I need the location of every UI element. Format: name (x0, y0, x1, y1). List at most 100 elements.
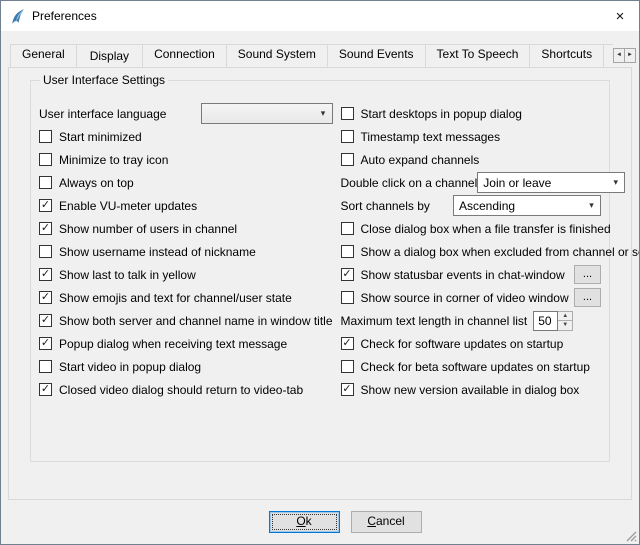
tab-bar: GeneralDisplayConnectionSound SystemSoun… (1, 31, 639, 67)
checkbox-show-source-in-corner-of-video-window[interactable] (341, 291, 354, 304)
checkbox-show-last-to-talk-in-yellow[interactable]: ✓ (39, 268, 52, 281)
cancel-button[interactable]: Cancel (351, 511, 422, 533)
tab-scrollers: ◄ ► (614, 48, 636, 63)
checkbox-label: Enable VU-meter updates (59, 199, 197, 213)
tab-shortcuts[interactable]: Shortcuts (529, 44, 604, 67)
combo-label: Sort channels by (341, 199, 430, 213)
checkbox-label: Show both server and channel name in win… (59, 314, 333, 328)
checkbox-show-number-of-users-in-channel[interactable]: ✓ (39, 222, 52, 235)
option-row: Start video in popup dialog (39, 355, 333, 378)
checkbox-label: Popup dialog when receiving text message (59, 337, 287, 351)
option-row: ✓Show statusbar events in chat-window... (341, 263, 602, 286)
option-row: ✓ Show number of users in channel (39, 217, 333, 240)
language-label: User interface language (39, 107, 166, 121)
checkbox-label: Show new version available in dialog box (361, 383, 580, 397)
checkbox-start-video-in-popup-dialog[interactable] (39, 360, 52, 373)
checkbox-minimize-to-tray-icon[interactable] (39, 153, 52, 166)
option-row: Minimize to tray icon (39, 148, 333, 171)
checkbox-check-for-beta-software-updates-on-startup[interactable] (341, 360, 354, 373)
option-row: Check for beta software updates on start… (341, 355, 602, 378)
checkbox-popup-dialog-when-receiving-text-message[interactable]: ✓ (39, 337, 52, 350)
ellipsis-button[interactable]: ... (574, 288, 601, 307)
tab-strip: GeneralDisplayConnectionSound SystemSoun… (10, 44, 613, 67)
checkbox-label: Timestamp text messages (361, 130, 501, 144)
spin-value: 50 (533, 311, 558, 331)
checkbox-show-statusbar-events-in-chat-window[interactable]: ✓ (341, 268, 354, 281)
checkbox-closed-video-dialog-should-return-to-video-tab[interactable]: ✓ (39, 383, 52, 396)
tab-sound-events[interactable]: Sound Events (327, 44, 426, 67)
option-row: ✓ Show emojis and text for channel/user s… (39, 286, 333, 309)
checkbox-enable-vu-meter-updates[interactable]: ✓ (39, 199, 52, 212)
option-row: ✓ Popup dialog when receiving text messag… (39, 332, 333, 355)
spin-up-icon[interactable]: ▲ (558, 312, 572, 321)
checkbox-start-desktops-in-popup-dialog[interactable] (341, 107, 354, 120)
tab-general[interactable]: General (10, 44, 77, 67)
dropdown-sort-channels-by[interactable]: Ascending ▾ (453, 195, 601, 216)
tab-video[interactable]: Video (603, 44, 613, 67)
settings-columns: User interface language ▾ Start minimized M… (39, 102, 601, 401)
tab-scroll-right-icon[interactable]: ► (624, 48, 636, 63)
language-dropdown[interactable]: ▾ (201, 103, 333, 124)
option-row: ✓ Show both server and channel name in wi… (39, 309, 333, 332)
combo-value: Ascending (459, 199, 515, 213)
app-icon (9, 8, 26, 25)
tab-text-to-speech[interactable]: Text To Speech (425, 44, 531, 67)
checkbox-check-for-software-updates-on-startup[interactable]: ✓ (341, 337, 354, 350)
checkbox-label: Check for software updates on startup (361, 337, 564, 351)
option-row: Timestamp text messages (341, 125, 602, 148)
chevron-down-icon: ▾ (315, 108, 332, 119)
checkbox-label: Show last to talk in yellow (59, 268, 196, 282)
preferences-window: Preferences × GeneralDisplayConnectionSo… (0, 0, 640, 545)
spin-label: Maximum text length in channel list (341, 314, 528, 328)
user-interface-settings-group: User Interface Settings User interface l… (30, 80, 610, 462)
option-row: ✓ Closed video dialog should return to vi… (39, 378, 333, 401)
checkbox-label: Show a dialog box when excluded from cha… (361, 245, 640, 259)
option-row: Auto expand channels (341, 148, 602, 171)
checkbox-close-dialog-box-when-a-file-transfer-is-finished[interactable] (341, 222, 354, 235)
combo-value: Join or leave (483, 176, 551, 190)
chevron-down-icon: ▾ (583, 200, 600, 211)
close-icon[interactable]: × (601, 1, 639, 31)
option-row: Show source in corner of video window... (341, 286, 602, 309)
option-row: Close dialog box when a file transfer is… (341, 217, 602, 240)
checkbox-label: Show emojis and text for channel/user st… (59, 291, 292, 305)
checkbox-label: Always on top (59, 176, 134, 190)
left-column: User interface language ▾ Start minimized M… (39, 102, 333, 401)
checkbox-show-a-dialog-box-when-excluded-from-channel-or-server[interactable] (341, 245, 354, 258)
checkbox-show-username-instead-of-nickname[interactable] (39, 245, 52, 258)
checkbox-show-emojis-and-text-for-channel-user-state[interactable]: ✓ (39, 291, 52, 304)
window-title: Preferences (32, 9, 97, 23)
checkbox-label: Start desktops in popup dialog (361, 107, 522, 121)
title-bar: Preferences × (1, 1, 639, 31)
checkbox-show-new-version-available-in-dialog-box[interactable]: ✓ (341, 383, 354, 396)
max-text-length-spinner: 50▲▼ (533, 311, 573, 331)
checkbox-label: Closed video dialog should return to vid… (59, 383, 303, 397)
checkbox-label: Check for beta software updates on start… (361, 360, 590, 374)
checkbox-auto-expand-channels[interactable] (341, 153, 354, 166)
resize-grip[interactable] (624, 529, 637, 542)
tab-sound-system[interactable]: Sound System (226, 44, 328, 67)
checkbox-label: Minimize to tray icon (59, 153, 168, 167)
checkbox-show-both-server-and-channel-name-in-window-title[interactable]: ✓ (39, 314, 52, 327)
option-row: Always on top (39, 171, 333, 194)
checkbox-label: Show number of users in channel (59, 222, 237, 236)
ok-button[interactable]: Ok (269, 511, 340, 533)
tab-display[interactable]: Display (76, 44, 143, 67)
chevron-down-icon: ▾ (607, 177, 624, 188)
ellipsis-button[interactable]: ... (574, 265, 601, 284)
checkbox-always-on-top[interactable] (39, 176, 52, 189)
checkbox-label: Show username instead of nickname (59, 245, 256, 259)
checkbox-label: Start minimized (59, 130, 142, 144)
spin-arrows: ▲▼ (558, 311, 573, 331)
option-row: ✓ Show last to talk in yellow (39, 263, 333, 286)
checkbox-timestamp-text-messages[interactable] (341, 130, 354, 143)
option-row: Show username instead of nickname (39, 240, 333, 263)
tab-connection[interactable]: Connection (142, 44, 227, 67)
checkbox-start-minimized[interactable] (39, 130, 52, 143)
spin-down-icon[interactable]: ▼ (558, 320, 572, 330)
checkbox-label: Show source in corner of video window (361, 291, 569, 305)
display-tab-page: User Interface Settings User interface l… (8, 67, 632, 500)
dropdown-double-click-on-a-channel[interactable]: Join or leave ▾ (477, 172, 625, 193)
option-row: Start desktops in popup dialog (341, 102, 602, 125)
button-row: Ok Cancel (1, 500, 639, 544)
